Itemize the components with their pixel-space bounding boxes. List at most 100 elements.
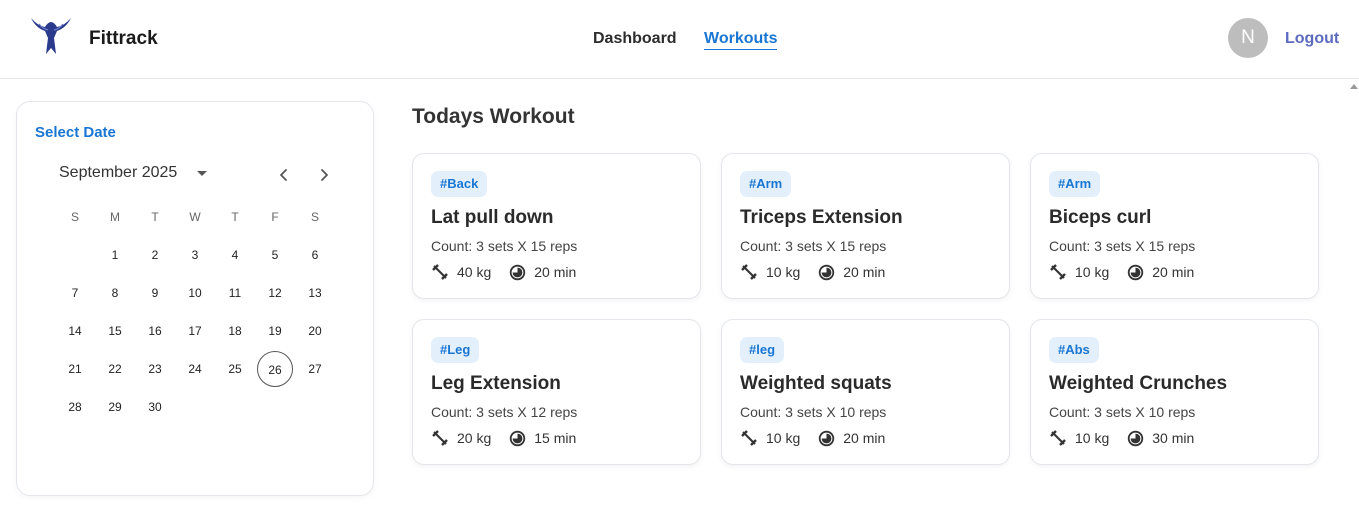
calendar-day[interactable]: 11 [215,275,255,311]
calendar-day[interactable]: 21 [55,351,95,387]
workout-weight: 10 kg [766,430,801,446]
workout-duration: 20 min [1152,264,1195,280]
workout-card[interactable]: #Abs Weighted Crunches Count: 3 sets X 10 … [1030,319,1319,465]
workout-weight: 10 kg [766,264,801,280]
calendar-day[interactable]: 23 [135,351,175,387]
calendar-empty-cell [55,237,95,273]
nav-workouts[interactable]: Workouts [704,30,778,50]
workout-duration: 20 min [843,264,886,280]
caret-down-icon[interactable] [197,171,207,176]
workout-meta: 10 kg 30 min [1049,429,1194,447]
workout-tag[interactable]: #Abs [1049,337,1099,363]
workout-card[interactable]: #Leg Leg Extension Count: 3 sets X 12 reps… [412,319,701,465]
workout-card[interactable]: #Arm Triceps Extension Count: 3 sets X 15 … [721,153,1010,299]
calendar-day[interactable]: 15 [95,313,135,349]
calendar-day[interactable]: 10 [175,275,215,311]
calendar-day[interactable]: 24 [175,351,215,387]
calendar-day[interactable]: 17 [175,313,215,349]
timer-icon [819,430,835,446]
workout-weight: 20 kg [457,430,492,446]
workout-name: Lat pull down [431,207,554,228]
calendar-day[interactable]: 18 [215,313,255,349]
chevron-right-icon[interactable] [313,164,335,186]
calendar-week: 28 29 30 [55,388,335,426]
weight-icon [1050,430,1066,446]
workout-tag[interactable]: #leg [740,337,785,363]
timer-icon [819,264,835,280]
workout-card[interactable]: #Back Lat pull down Count: 3 sets X 15 rep… [412,153,701,299]
page-title: Todays Workout [412,105,575,128]
chevron-left-icon[interactable] [273,164,295,186]
workout-duration: 20 min [843,430,886,446]
calendar-day[interactable]: 14 [55,313,95,349]
calendar-day[interactable]: 16 [135,313,175,349]
workout-tag[interactable]: #Leg [431,337,480,363]
calendar-day[interactable]: 13 [295,275,335,311]
workout-name: Triceps Extension [740,207,903,228]
calendar-day[interactable]: 1 [95,237,135,273]
calendar-day[interactable]: 7 [55,275,95,311]
workout-meta: 10 kg 20 min [1049,263,1194,281]
calendar-day[interactable]: 30 [135,389,175,425]
month-label[interactable]: September 2025 [59,164,177,182]
calendar-week: 123456 [55,236,335,274]
calendar-day[interactable]: 9 [135,275,175,311]
calendar-week: 7 8 9 10 11 12 13 [55,274,335,312]
logout-button[interactable]: Logout [1285,30,1339,48]
workout-tag[interactable]: #Arm [740,171,792,197]
weekday-label: M [110,210,120,224]
calendar-day[interactable]: 8 [95,275,135,311]
workout-meta: 10 kg 20 min [740,429,885,447]
workout-count: Count: 3 sets X 10 reps [740,404,887,420]
weight-icon [432,430,448,446]
calendar-day[interactable]: 12 [255,275,295,311]
calendar-day[interactable]: 5 [255,237,295,273]
workout-count: Count: 3 sets X 12 reps [431,404,578,420]
calendar-day[interactable]: 19 [255,313,295,349]
calendar-day[interactable]: 2 [135,237,175,273]
calendar-day[interactable]: 20 [295,313,335,349]
workout-count: Count: 3 sets X 15 reps [740,238,887,254]
calendar-day[interactable]: 29 [95,389,135,425]
nav-dashboard[interactable]: Dashboard [593,30,677,48]
calendar-day[interactable]: 3 [175,237,215,273]
workout-weight: 10 kg [1075,264,1110,280]
calendar-day[interactable]: 25 [215,351,255,387]
weekday-label: F [271,210,279,224]
brand-name: Fittrack [89,28,158,49]
workout-duration: 30 min [1152,430,1195,446]
calendar-week: 21 22 23 24 25 26 27 [55,350,335,388]
workout-tag[interactable]: #Back [431,171,488,197]
calendar-empty-cell [295,389,335,425]
calendar-day[interactable]: 27 [295,351,335,387]
weekday-label: S [310,210,319,224]
workout-weight: 40 kg [457,264,492,280]
workout-card[interactable]: #leg Weighted squats Count: 3 sets X 10 re… [721,319,1010,465]
workout-name: Biceps curl [1049,207,1152,228]
calendar-card: Select Date September 2025 SMTWTFS123456… [16,101,374,496]
avatar[interactable]: N [1228,18,1268,58]
calendar-day-selected[interactable]: 26 [257,351,293,387]
calendar-day[interactable]: 22 [95,351,135,387]
weekday-label: T [151,210,159,224]
weekday-header: SMTWTFS [55,198,335,236]
scrollbar-up-arrow[interactable] [1350,84,1358,89]
weekday-label: T [231,210,239,224]
calendar-day[interactable]: 4 [215,237,255,273]
weight-icon [741,430,757,446]
calendar-day[interactable]: 28 [55,389,95,425]
calendar-title: Select Date [35,124,116,141]
workout-tag[interactable]: #Arm [1049,171,1101,197]
workout-name: Weighted squats [740,373,892,394]
workout-duration: 15 min [534,430,577,446]
workout-duration: 20 min [534,264,577,280]
calendar-grid: S M T W T F S 1 2 3 4 5 6 7 8 9 10 11 12 13 14 15 16 17 18 19 20 21… [55,198,335,426]
calendar-empty-cell [175,389,215,425]
workout-meta: 20 kg 15 min [431,429,576,447]
workout-card[interactable]: #Arm Biceps curl Count: 3 sets X 15 reps 10… [1030,153,1319,299]
calendar-day[interactable]: 6 [295,237,335,273]
timer-icon [1128,430,1144,446]
workout-name: Leg Extension [431,373,561,394]
logo-icon[interactable] [28,14,74,60]
workout-count: Count: 3 sets X 15 reps [1049,238,1196,254]
